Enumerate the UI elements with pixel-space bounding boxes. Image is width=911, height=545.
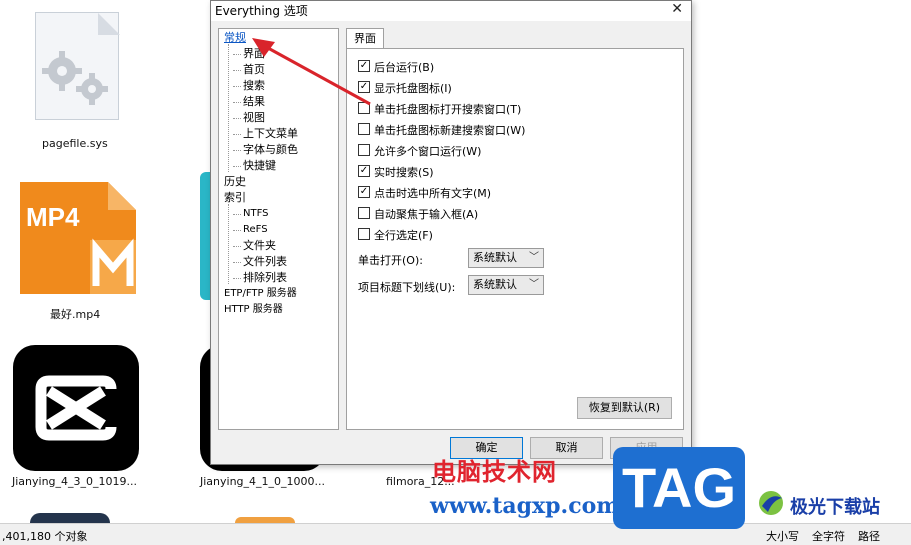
tree-item-exclude-list[interactable]: 排除列表 (229, 271, 287, 285)
capcut-icon (13, 345, 139, 471)
watermark-text: 电脑技术网 (432, 458, 557, 486)
mp4-file-icon: MP4 (16, 182, 136, 294)
tree-item-history[interactable]: 历史 (224, 175, 246, 189)
checkbox-label: 自动聚焦于输入框(A) (374, 208, 479, 221)
tree-item-ui[interactable]: 界面 (229, 47, 265, 61)
checkbox-label: 点击时选中所有文字(M) (374, 187, 492, 200)
tree-item-folders[interactable]: 文件夹 (229, 239, 276, 253)
close-icon[interactable]: ✕ (671, 1, 683, 17)
checkbox-label: 后台运行(B) (374, 61, 435, 74)
whole-word-toggle[interactable]: 全字符 (812, 528, 845, 544)
desktop-icon-label: pagefile.sys (42, 137, 108, 150)
restore-defaults-button[interactable]: 恢复到默认(R) (577, 397, 672, 419)
title-bar[interactable]: Everything 选项 ✕ (211, 1, 691, 21)
watermark-brand: 极光下载站 (790, 497, 880, 518)
checkbox-label: 实时搜索(S) (374, 166, 434, 179)
checkbox-box[interactable]: ✓ (358, 186, 370, 198)
desktop-icon-label: Jianying_4_3_0_1019... (12, 475, 138, 488)
chevron-down-icon: ﹀ (529, 279, 539, 290)
tree-item-shortcuts[interactable]: 快捷键 (229, 159, 276, 173)
tree-item-refs[interactable]: ReFS (229, 223, 268, 237)
tree-item-home[interactable]: 首页 (229, 63, 265, 77)
tree-item-index[interactable]: 索引 (224, 191, 246, 205)
object-count: ,401,180 个对象 (2, 530, 88, 543)
checkbox-box[interactable] (358, 123, 370, 135)
checkbox-box[interactable]: ✓ (358, 165, 370, 177)
checkbox-box[interactable]: ✓ (358, 81, 370, 93)
checkbox-box[interactable] (358, 207, 370, 219)
watermark-url: www.tagxp.com (430, 493, 620, 519)
checkbox-label: 单击托盘图标新建搜索窗口(W) (374, 124, 526, 137)
mp4-badge: MP4 (26, 202, 80, 232)
desktop-icon-label: Jianying_4_1_0_1000... (200, 475, 326, 488)
tree-item-fonts-colors[interactable]: 字体与颜色 (229, 143, 298, 157)
tree-item-context-menu[interactable]: 上下文菜单 (229, 127, 298, 141)
single-click-open-select[interactable]: 系统默认 ﹀ (468, 248, 544, 268)
match-path-toggle[interactable]: 路径 (858, 528, 880, 544)
checkbox-box[interactable]: ✓ (358, 60, 370, 72)
tree-item-view[interactable]: 视图 (229, 111, 265, 125)
options-dialog: Everything 选项 ✕ 常规 界面 首页 搜索 结果 视图 上下文菜单 … (210, 0, 692, 465)
status-bar: ,401,180 个对象 大小写 全字符 路径 (0, 523, 911, 545)
underline-titles-label: 项目标题下划线(U): (358, 281, 456, 294)
settings-panel: ✓ 后台运行(B) ✓ 显示托盘图标(I) 单击托盘图标打开搜索窗口(T) 单击… (346, 48, 684, 430)
checkbox-box[interactable] (358, 102, 370, 114)
match-case-toggle[interactable]: 大小写 (766, 528, 799, 544)
watermark-tag-logo: TAG (613, 447, 745, 529)
tree-item-ntfs[interactable]: NTFS (229, 207, 269, 221)
checkbox-label: 全行选定(F) (374, 229, 433, 242)
aurora-logo-icon (759, 491, 783, 515)
tree-item-file-lists[interactable]: 文件列表 (229, 255, 287, 269)
chevron-down-icon: ﹀ (529, 252, 539, 263)
tree-item-ftp-server[interactable]: ETP/FTP 服务器 (224, 287, 297, 301)
desktop-icon-label: 最好.mp4 (50, 308, 101, 321)
dialog-title: Everything 选项 (215, 4, 308, 18)
partial-app-icon (30, 513, 110, 523)
checkbox-label: 单击托盘图标打开搜索窗口(T) (374, 103, 522, 116)
checkbox-label: 显示托盘图标(I) (374, 82, 452, 95)
tree-item-results[interactable]: 结果 (229, 95, 265, 109)
tree-item-general[interactable]: 常规 (224, 31, 246, 45)
select-value: 系统默认 (473, 251, 517, 264)
checkbox-label: 允许多个窗口运行(W) (374, 145, 482, 158)
checkbox-box[interactable] (358, 144, 370, 156)
options-tree[interactable]: 常规 界面 首页 搜索 结果 视图 上下文菜单 字体与颜色 快捷键 历史 索引 … (218, 28, 339, 430)
checkbox-box[interactable] (358, 228, 370, 240)
select-value: 系统默认 (473, 278, 517, 291)
underline-titles-select[interactable]: 系统默认 ﹀ (468, 275, 544, 295)
single-click-open-label: 单击打开(O): (358, 254, 423, 267)
tree-item-search[interactable]: 搜索 (229, 79, 265, 93)
tab-ui[interactable]: 界面 (346, 28, 384, 49)
tree-item-http-server[interactable]: HTTP 服务器 (224, 303, 283, 317)
system-file-icon (35, 12, 120, 120)
